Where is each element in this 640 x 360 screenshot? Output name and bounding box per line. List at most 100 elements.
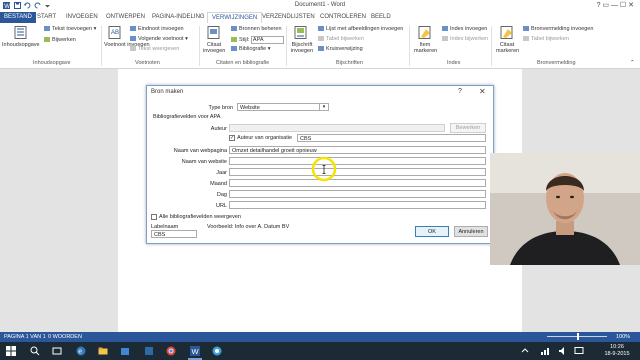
- update-toa-button[interactable]: Tabel bijwerken: [523, 36, 569, 42]
- corporate-author-checkbox[interactable]: ✓: [229, 135, 235, 141]
- windows-start-icon[interactable]: [6, 346, 16, 356]
- url-field[interactable]: [229, 201, 486, 209]
- insert-toa-button[interactable]: Bronvermelding invoegen: [523, 26, 593, 32]
- cross-reference-icon: [318, 46, 324, 51]
- group-label-captions: Bijschriften: [336, 60, 363, 66]
- search-icon[interactable]: [30, 346, 40, 356]
- network-icon[interactable]: [540, 346, 550, 356]
- webcam-overlay: [490, 153, 640, 265]
- insert-caption-icon: [294, 26, 307, 39]
- word-count[interactable]: 0 WOORDEN: [48, 334, 82, 340]
- tag-name-field[interactable]: CBS: [151, 230, 197, 238]
- day-field[interactable]: [229, 190, 486, 198]
- group-label-citations: Citaten en bibliografie: [216, 60, 270, 66]
- collapse-ribbon-icon[interactable]: ⌃: [630, 60, 635, 66]
- bibliography-button[interactable]: Bibliografie ▾: [231, 46, 271, 52]
- fields-header: Bibliografievelden voor APA: [153, 114, 221, 120]
- insert-citation-button[interactable]: Citaat invoegen: [203, 42, 225, 54]
- edit-author-button[interactable]: Bewerken: [450, 123, 486, 133]
- help-icon[interactable]: ?: [458, 88, 462, 95]
- clock[interactable]: 10:26 18-9-2015: [598, 344, 636, 358]
- mark-entry-button[interactable]: Item markeren: [414, 42, 437, 54]
- group-divider: [491, 26, 492, 66]
- group-divider: [101, 26, 102, 66]
- window-controls[interactable]: ? ▭ — ☐ ✕: [597, 1, 634, 9]
- tab-beeld[interactable]: BEELD: [367, 12, 395, 23]
- group-divider: [409, 26, 410, 66]
- website-name-field[interactable]: [229, 157, 486, 165]
- insert-toa-icon: [523, 26, 529, 31]
- svg-text:W: W: [192, 347, 200, 356]
- svg-text:e: e: [78, 349, 82, 356]
- tray-chevron-icon[interactable]: [520, 346, 530, 356]
- author-field[interactable]: [229, 124, 445, 132]
- mark-citation-button[interactable]: Citaat markeren: [496, 42, 519, 54]
- tab-pagina-indeling[interactable]: PAGINA-INDELING: [148, 12, 209, 23]
- clock-time: 10:26: [610, 344, 624, 350]
- zoom-slider[interactable]: [547, 333, 607, 340]
- author-label: Auteur: [210, 126, 227, 132]
- add-text-button[interactable]: Tekst toevoegen ▾: [44, 26, 96, 32]
- volume-icon[interactable]: [558, 346, 568, 356]
- update-index-button[interactable]: Index bijwerken: [442, 36, 488, 42]
- table-of-contents-icon: [14, 26, 27, 39]
- mark-citation-icon: [500, 26, 513, 39]
- edge-browser-icon[interactable]: e: [76, 346, 86, 356]
- webpage-name-field[interactable]: Omzet detailhandel groeit opnieuw: [229, 146, 486, 154]
- chrome-icon[interactable]: [166, 346, 176, 356]
- create-source-dialog: Bron maken ? ✕ Type bron Website ▾ Bibli…: [146, 85, 494, 244]
- task-view-icon[interactable]: [52, 346, 62, 356]
- style-dropdown[interactable]: APA: [250, 36, 284, 44]
- cancel-button[interactable]: Annuleren: [454, 226, 488, 237]
- window-title: Document1 - Word: [294, 2, 346, 8]
- show-all-fields-label: Alle bibliografievelden weergeven: [159, 214, 241, 220]
- update-toc-button[interactable]: Bijwerken: [44, 37, 76, 43]
- toc-button[interactable]: Inhoudsopgave: [2, 42, 40, 48]
- store-icon[interactable]: [120, 346, 130, 356]
- field-label-webpage-name: Naam van webpagina: [173, 148, 227, 154]
- table-of-figures-icon: [318, 26, 324, 31]
- group-label-toa: Bronvermelding: [537, 60, 576, 66]
- field-label-website-name: Naam van website: [181, 159, 227, 165]
- show-notes-button[interactable]: Tekst weergeven: [130, 46, 179, 52]
- insert-table-of-figures-button[interactable]: Lijst met afbeeldingen invoegen: [318, 26, 403, 32]
- show-all-fields-checkbox[interactable]: [151, 214, 157, 220]
- next-footnote-button[interactable]: Volgende voetnoot ▾: [130, 36, 188, 42]
- manage-sources-button[interactable]: Bronnen beheren: [231, 26, 282, 32]
- corporate-author-field[interactable]: CBS: [297, 134, 486, 142]
- insert-citation-icon: [207, 26, 220, 39]
- tab-controleren[interactable]: CONTROLEREN: [316, 12, 370, 23]
- settings-app-icon[interactable]: [144, 346, 154, 356]
- field-label-url: URL: [215, 203, 227, 209]
- word-app-icon[interactable]: W: [190, 346, 200, 356]
- tab-ontwerpen[interactable]: ONTWERPEN: [102, 12, 149, 23]
- year-field[interactable]: [229, 168, 486, 176]
- update-toa-icon: [523, 36, 529, 41]
- file-explorer-icon[interactable]: [98, 346, 108, 356]
- tab-bestand[interactable]: BESTAND: [0, 12, 36, 23]
- chevron-down-icon: ▾: [319, 103, 328, 111]
- insert-endnote-button[interactable]: Eindnoot invoegen: [130, 26, 184, 32]
- zoom-level[interactable]: 100%: [616, 334, 630, 340]
- field-label-month: Maand: [210, 181, 227, 187]
- recorder-app-icon[interactable]: [212, 346, 222, 356]
- ok-button[interactable]: OK: [415, 226, 449, 237]
- page-count[interactable]: PAGINA 1 VAN 1: [4, 334, 46, 340]
- insert-index-button[interactable]: Index invoegen: [442, 26, 487, 32]
- cross-reference-button[interactable]: Kruisverwijzing: [318, 46, 363, 52]
- insert-index-icon: [442, 26, 448, 31]
- style-selector[interactable]: Stijl: APA: [231, 36, 284, 44]
- month-field[interactable]: [229, 179, 486, 187]
- tab-start[interactable]: START: [33, 12, 60, 23]
- corporate-author-label: Auteur van organisatie: [237, 135, 293, 141]
- notification-icon[interactable]: [574, 346, 584, 356]
- group-divider: [199, 26, 200, 66]
- endnote-icon: [130, 26, 136, 31]
- taskbar: e W 10:26 18-9-2015: [0, 342, 640, 360]
- source-type-dropdown[interactable]: Website ▾: [237, 103, 329, 111]
- insert-caption-button[interactable]: Bijschrift invoegen: [289, 42, 315, 54]
- tab-invoegen[interactable]: INVOEGEN: [62, 12, 102, 23]
- update-table-button[interactable]: Tabel bijwerken: [318, 36, 364, 42]
- tab-verzendlijsten[interactable]: VERZENDLIJSTEN: [258, 12, 319, 23]
- close-icon[interactable]: ✕: [479, 87, 486, 96]
